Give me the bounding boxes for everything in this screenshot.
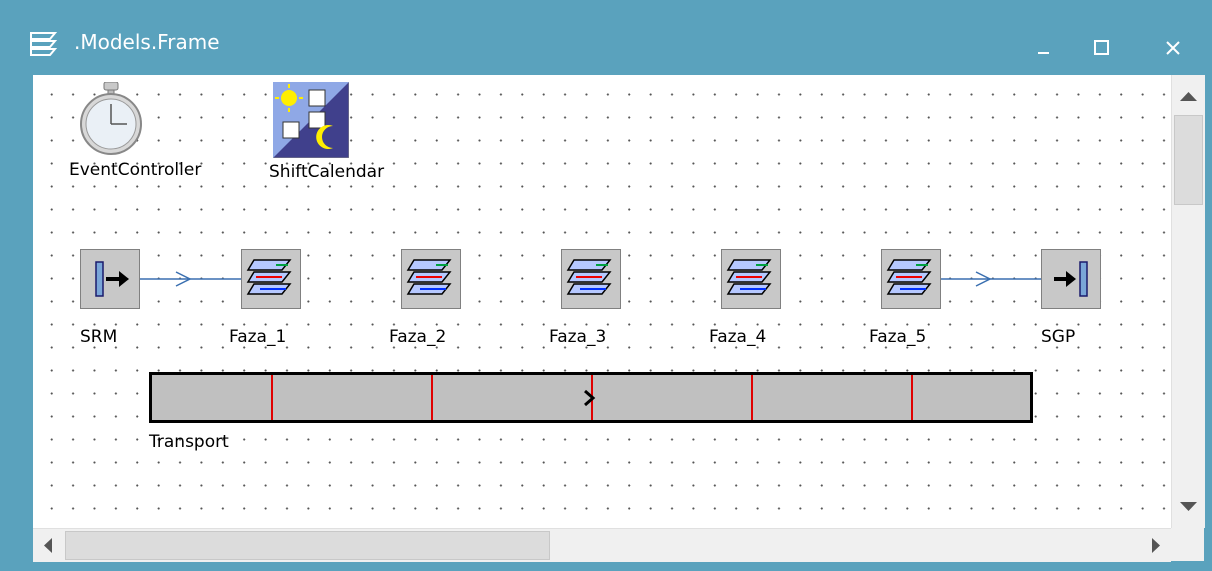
transport-divider	[271, 375, 273, 420]
transport-divider	[911, 375, 913, 420]
station-faza-4-label: Faza_4	[709, 327, 767, 347]
station-faza-3-label: Faza_3	[549, 327, 607, 347]
frame-icon	[406, 259, 452, 295]
frame-icon	[886, 259, 932, 295]
source-srm-label: SRM	[80, 327, 118, 347]
scroll-left-icon[interactable]	[33, 529, 65, 562]
station-faza-3[interactable]	[561, 249, 621, 309]
vertical-scroll-thumb[interactable]	[1174, 115, 1203, 205]
station-faza-5[interactable]	[881, 249, 941, 309]
frame-icon	[726, 259, 772, 295]
shift-calendar[interactable]	[272, 81, 350, 159]
source-icon	[95, 261, 129, 297]
direction-arrow-icon	[584, 389, 596, 407]
horizontal-scrollbar[interactable]	[33, 528, 1171, 562]
source-srm[interactable]	[80, 249, 140, 309]
station-faza-4[interactable]	[721, 249, 781, 309]
event-controller[interactable]	[77, 81, 145, 156]
scroll-up-icon[interactable]	[1172, 75, 1205, 115]
model-frame-window: .Models.Frame EventController ShiftCalen…	[0, 0, 1212, 571]
event-controller-label: EventController	[69, 160, 202, 180]
horizontal-scroll-thumb[interactable]	[65, 531, 550, 560]
station-faza-1-label: Faza_1	[229, 327, 287, 347]
transport-divider	[431, 375, 433, 420]
vertical-scrollbar[interactable]	[1171, 75, 1205, 528]
drain-sgp-label: SGP	[1041, 327, 1076, 347]
station-faza-5-label: Faza_5	[869, 327, 927, 347]
scroll-down-icon[interactable]	[1172, 488, 1205, 528]
frame-icon	[246, 259, 292, 295]
transport-divider	[751, 375, 753, 420]
scroll-right-icon[interactable]	[1139, 529, 1171, 562]
shift-calendar-label: ShiftCalendar	[269, 162, 385, 182]
station-faza-2[interactable]	[401, 249, 461, 309]
station-faza-1[interactable]	[241, 249, 301, 309]
station-faza-2-label: Faza_2	[389, 327, 447, 347]
frame-icon	[566, 259, 612, 295]
scrollbar-corner	[1171, 528, 1204, 561]
transport-label: Transport	[149, 432, 229, 452]
drain-sgp[interactable]	[1041, 249, 1101, 309]
stopwatch-icon	[80, 81, 142, 155]
transport-line[interactable]	[149, 372, 1033, 423]
drain-icon	[1054, 261, 1088, 297]
calendar-icon	[272, 81, 350, 159]
